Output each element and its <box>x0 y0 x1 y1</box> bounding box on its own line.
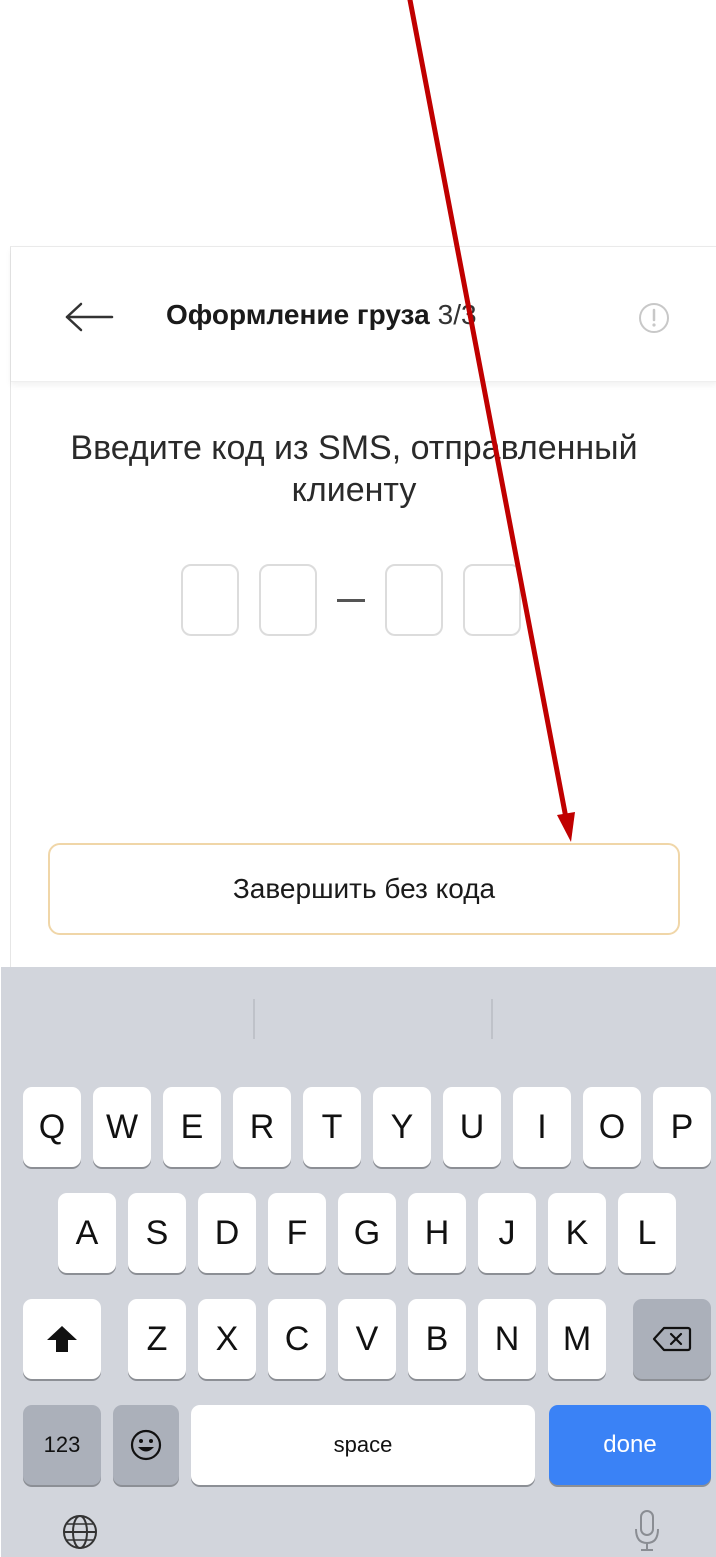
key-i[interactable]: I <box>513 1087 571 1167</box>
key-j[interactable]: J <box>478 1193 536 1273</box>
key-h[interactable]: H <box>408 1193 466 1273</box>
sms-code-prompt: Введите код из SMS, отправленный клиенту <box>11 427 697 511</box>
sms-code-input <box>181 563 541 637</box>
suggestion-bar <box>1 967 716 1067</box>
key-e[interactable]: E <box>163 1087 221 1167</box>
key-n[interactable]: N <box>478 1299 536 1379</box>
key-k[interactable]: K <box>548 1193 606 1273</box>
key-d[interactable]: D <box>198 1193 256 1273</box>
phone-screen: Оформление груза 3/3 Введите код из SMS, … <box>1 246 716 1557</box>
backspace-icon <box>652 1326 692 1352</box>
suggestion-divider <box>491 999 493 1039</box>
back-button[interactable] <box>59 291 119 343</box>
backspace-key[interactable] <box>633 1299 711 1379</box>
key-p[interactable]: P <box>653 1087 711 1167</box>
key-c[interactable]: C <box>268 1299 326 1379</box>
key-o[interactable]: O <box>583 1087 641 1167</box>
key-m[interactable]: M <box>548 1299 606 1379</box>
prompt-line-2: клиенту <box>291 471 417 509</box>
finish-without-code-button[interactable]: Завершить без кода <box>48 843 680 935</box>
arrow-left-icon <box>65 302 114 332</box>
title-text: Оформление груза <box>166 299 430 330</box>
on-screen-keyboard: Q W E R T Y U I O P A S D F G H J K L Z … <box>1 967 716 1557</box>
page: Оформление груза 3/3 Введите код из SMS, … <box>0 0 716 1557</box>
key-x[interactable]: X <box>198 1299 256 1379</box>
key-g[interactable]: G <box>338 1193 396 1273</box>
key-l[interactable]: L <box>618 1193 676 1273</box>
key-q[interactable]: Q <box>23 1087 81 1167</box>
key-z[interactable]: Z <box>128 1299 186 1379</box>
info-button[interactable] <box>637 301 671 335</box>
key-r[interactable]: R <box>233 1087 291 1167</box>
code-digit-3[interactable] <box>385 564 443 636</box>
numbers-key[interactable]: 123 <box>23 1405 101 1485</box>
globe-button[interactable] <box>61 1513 99 1556</box>
key-u[interactable]: U <box>443 1087 501 1167</box>
key-v[interactable]: V <box>338 1299 396 1379</box>
code-digit-1[interactable] <box>181 564 239 636</box>
code-digit-2[interactable] <box>259 564 317 636</box>
step-indicator: 3/3 <box>437 299 477 330</box>
microphone-button[interactable] <box>633 1509 661 1557</box>
info-circle-icon <box>639 303 669 333</box>
emoji-key[interactable] <box>113 1405 179 1485</box>
code-separator <box>337 598 365 602</box>
shift-icon <box>47 1326 77 1352</box>
microphone-icon <box>635 1510 659 1551</box>
key-y[interactable]: Y <box>373 1087 431 1167</box>
code-digit-4[interactable] <box>463 564 521 636</box>
key-f[interactable]: F <box>268 1193 326 1273</box>
globe-icon <box>63 1515 97 1549</box>
key-s[interactable]: S <box>128 1193 186 1273</box>
space-key[interactable]: space <box>191 1405 535 1485</box>
key-b[interactable]: B <box>408 1299 466 1379</box>
page-title: Оформление груза 3/3 <box>166 299 477 331</box>
key-t[interactable]: T <box>303 1087 361 1167</box>
prompt-line-1: Введите код из SMS, отправленный <box>70 429 638 467</box>
emoji-icon <box>130 1429 162 1461</box>
shift-key[interactable] <box>23 1299 101 1379</box>
app-header: Оформление груза 3/3 <box>11 247 716 382</box>
suggestion-divider <box>253 999 255 1039</box>
done-key[interactable]: done <box>549 1405 711 1485</box>
key-w[interactable]: W <box>93 1087 151 1167</box>
key-a[interactable]: A <box>58 1193 116 1273</box>
